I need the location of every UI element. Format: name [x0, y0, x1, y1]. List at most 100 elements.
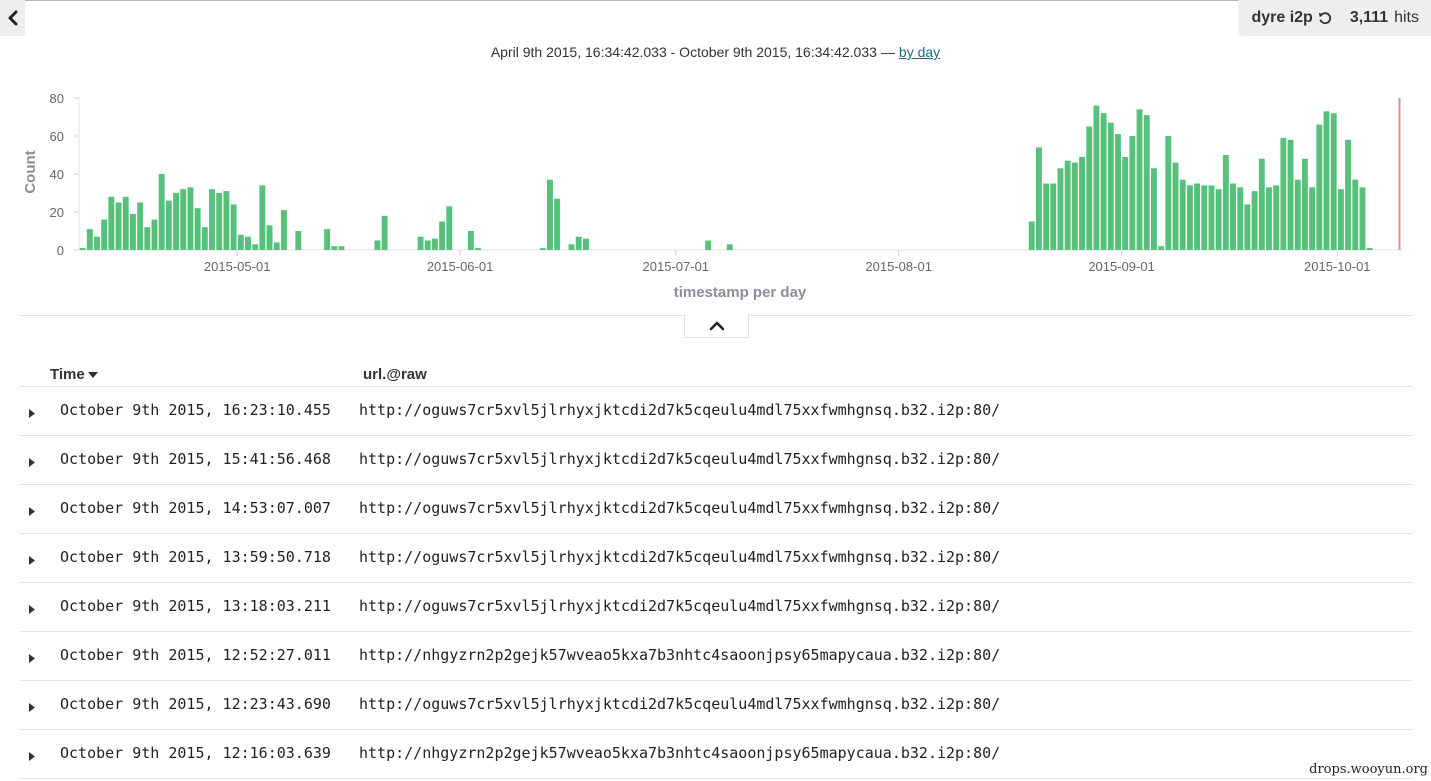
- expand-row-toggle[interactable]: [29, 405, 35, 423]
- histogram-bar[interactable]: [431, 238, 438, 250]
- table-row[interactable]: October 9th 2015, 14:53:07.007 http://ogu…: [20, 485, 1412, 534]
- histogram-bar[interactable]: [1158, 246, 1165, 250]
- histogram-bar[interactable]: [568, 244, 575, 250]
- histogram-bar[interactable]: [165, 200, 172, 250]
- histogram-bar[interactable]: [1186, 185, 1193, 250]
- histogram-bar[interactable]: [1115, 134, 1121, 250]
- histogram-bar[interactable]: [1194, 183, 1201, 251]
- histogram-bar[interactable]: [1266, 187, 1272, 250]
- histogram-bar[interactable]: [446, 206, 453, 250]
- histogram-bar[interactable]: [1323, 111, 1330, 250]
- histogram-bar[interactable]: [194, 208, 201, 250]
- collapse-chart-button[interactable]: [684, 314, 749, 338]
- histogram-bar[interactable]: [1071, 162, 1078, 250]
- histogram-bar[interactable]: [252, 244, 259, 250]
- histogram-bar[interactable]: [338, 246, 345, 250]
- histogram-bar[interactable]: [1086, 126, 1093, 251]
- histogram-bar[interactable]: [1208, 185, 1215, 250]
- histogram-bar[interactable]: [1222, 155, 1229, 250]
- histogram-bar[interactable]: [726, 244, 733, 250]
- histogram-bar[interactable]: [1280, 137, 1287, 250]
- histogram-bar[interactable]: [575, 236, 582, 250]
- histogram-bar[interactable]: [1337, 189, 1344, 250]
- histogram-bar[interactable]: [374, 240, 381, 251]
- histogram-bar[interactable]: [1136, 109, 1143, 251]
- histogram-bar[interactable]: [266, 225, 273, 250]
- histogram-bar[interactable]: [1251, 191, 1258, 250]
- expand-row-toggle[interactable]: [29, 454, 35, 472]
- table-row[interactable]: October 9th 2015, 16:23:10.455 http://ogu…: [20, 387, 1412, 436]
- histogram-bar[interactable]: [381, 215, 388, 250]
- histogram-bar[interactable]: [79, 248, 86, 250]
- histogram-bar[interactable]: [1316, 124, 1323, 250]
- histogram-bar[interactable]: [1057, 168, 1064, 250]
- table-row[interactable]: October 9th 2015, 12:52:27.011 http://nhg…: [20, 632, 1412, 681]
- histogram-bar[interactable]: [180, 189, 187, 250]
- histogram-bar[interactable]: [1237, 187, 1244, 250]
- histogram-bar[interactable]: [331, 246, 338, 250]
- histogram-bar[interactable]: [216, 193, 223, 250]
- histogram-bar[interactable]: [209, 189, 215, 250]
- back-button[interactable]: [0, 0, 25, 36]
- histogram-bar[interactable]: [1215, 189, 1222, 250]
- histogram-bar[interactable]: [108, 196, 115, 250]
- histogram-bar[interactable]: [137, 202, 144, 251]
- histogram-bar[interactable]: [122, 196, 129, 250]
- histogram-bar[interactable]: [1172, 162, 1179, 250]
- interval-link[interactable]: by day: [899, 44, 940, 60]
- histogram-bar[interactable]: [1150, 168, 1157, 250]
- expand-row-toggle[interactable]: [29, 699, 35, 717]
- histogram-bar[interactable]: [245, 236, 251, 250]
- histogram-bar[interactable]: [547, 179, 553, 250]
- histogram-bar[interactable]: [1122, 156, 1129, 250]
- expand-row-toggle[interactable]: [29, 650, 35, 668]
- histogram-bar[interactable]: [86, 229, 93, 250]
- table-row[interactable]: October 9th 2015, 13:59:50.718 http://ogu…: [20, 534, 1412, 583]
- histogram-bar[interactable]: [582, 238, 589, 250]
- histogram-bar[interactable]: [1294, 179, 1301, 250]
- histogram-bar[interactable]: [1230, 183, 1236, 251]
- histogram-bar[interactable]: [539, 248, 546, 250]
- histogram-bar[interactable]: [1359, 187, 1366, 250]
- histogram-bar[interactable]: [151, 219, 158, 250]
- histogram-bar[interactable]: [424, 240, 431, 251]
- histogram-bar[interactable]: [1093, 105, 1100, 250]
- expand-row-toggle[interactable]: [29, 748, 35, 766]
- time-column-header[interactable]: Time: [50, 366, 98, 383]
- table-row[interactable]: October 9th 2015, 15:41:56.468 http://ogu…: [20, 436, 1412, 485]
- histogram-bar[interactable]: [1244, 204, 1251, 250]
- histogram-bar[interactable]: [115, 202, 122, 251]
- histogram-bar[interactable]: [230, 204, 237, 250]
- histogram-bar[interactable]: [467, 231, 474, 250]
- reset-query-button[interactable]: [1318, 11, 1332, 25]
- histogram-bar[interactable]: [223, 191, 230, 250]
- histogram-bar[interactable]: [1035, 147, 1042, 250]
- histogram-bar[interactable]: [1301, 158, 1308, 250]
- histogram-bar[interactable]: [554, 198, 561, 250]
- histogram-bar[interactable]: [1043, 183, 1050, 251]
- histogram-bar[interactable]: [144, 227, 151, 250]
- histogram-bar[interactable]: [1345, 139, 1352, 250]
- table-row[interactable]: October 9th 2015, 12:23:43.690 http://ogu…: [20, 681, 1412, 730]
- expand-row-toggle[interactable]: [29, 552, 35, 570]
- histogram-bar[interactable]: [173, 193, 180, 250]
- histogram-bar[interactable]: [439, 221, 446, 251]
- histogram-bar[interactable]: [705, 240, 712, 251]
- histogram-bar[interactable]: [1352, 179, 1359, 250]
- histogram-bar[interactable]: [1129, 136, 1136, 250]
- table-row[interactable]: October 9th 2015, 13:18:03.211 http://ogu…: [20, 583, 1412, 632]
- histogram-bar[interactable]: [417, 236, 424, 250]
- histogram-bar[interactable]: [259, 185, 266, 250]
- histogram-bar[interactable]: [324, 229, 331, 250]
- histogram-bar[interactable]: [1273, 185, 1280, 250]
- histogram-bar[interactable]: [1143, 115, 1150, 250]
- histogram-bar[interactable]: [187, 187, 194, 250]
- histogram-bar[interactable]: [295, 231, 302, 250]
- histogram-bar[interactable]: [1165, 136, 1172, 250]
- histogram-bar[interactable]: [158, 174, 165, 250]
- table-row[interactable]: October 9th 2015, 12:16:03.639 http://nhg…: [20, 730, 1412, 779]
- histogram-bar[interactable]: [1028, 221, 1035, 251]
- histogram-bar[interactable]: [129, 213, 136, 250]
- histogram-bar[interactable]: [1201, 185, 1208, 250]
- histogram-bar[interactable]: [1287, 139, 1294, 250]
